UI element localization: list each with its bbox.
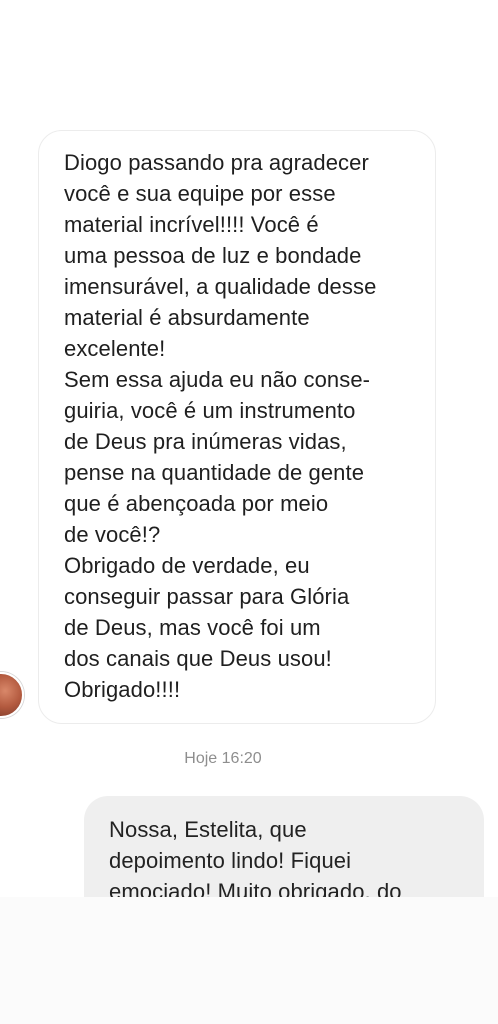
message-timestamp: Hoje 16:20 <box>184 750 262 767</box>
message-line: uma pessoa de luz e bondade <box>64 243 362 268</box>
message-line: guiria, você é um instrumento <box>64 398 356 423</box>
message-line: imensurável, a qualidade desse <box>64 274 377 299</box>
incoming-message-bubble[interactable]: Diogo passando pra agradecer você e sua … <box>38 130 436 724</box>
message-line: Sem essa ajuda eu não conse- <box>64 367 371 392</box>
message-line: de você!? <box>64 522 161 547</box>
message-line: Obrigado!!!! <box>64 677 181 702</box>
message-line: material é absurdamente <box>64 305 310 330</box>
message-line: você e sua equipe por esse <box>64 181 336 206</box>
sender-avatar[interactable] <box>0 672 24 718</box>
message-line: dos canais que Deus usou! <box>64 646 332 671</box>
message-line: de Deus, mas você foi um <box>64 615 321 640</box>
outgoing-message-bubble[interactable]: Nossa, Estelita, que depoimento lindo! F… <box>84 796 484 897</box>
message-line: Diogo passando pra agradecer <box>64 150 369 175</box>
message-line: emociado! Muito obrigado, do <box>109 879 402 897</box>
message-line: Nossa, Estelita, que <box>109 817 307 842</box>
message-line: que é abençoada por meio <box>64 491 329 516</box>
message-thread[interactable]: Diogo passando pra agradecer você e sua … <box>0 0 498 1024</box>
message-line: material incrível!!!! Você é <box>64 212 319 237</box>
message-line: pense na quantidade de gente <box>64 460 365 485</box>
message-line: Obrigado de verdade, eu <box>64 553 310 578</box>
message-line: excelente! <box>64 336 166 361</box>
message-line: depoimento lindo! Fiquei <box>109 848 352 873</box>
message-line: conseguir passar para Glória <box>64 584 350 609</box>
bottom-blank-area <box>0 897 498 1024</box>
message-line: de Deus pra inúmeras vidas, <box>64 429 347 454</box>
